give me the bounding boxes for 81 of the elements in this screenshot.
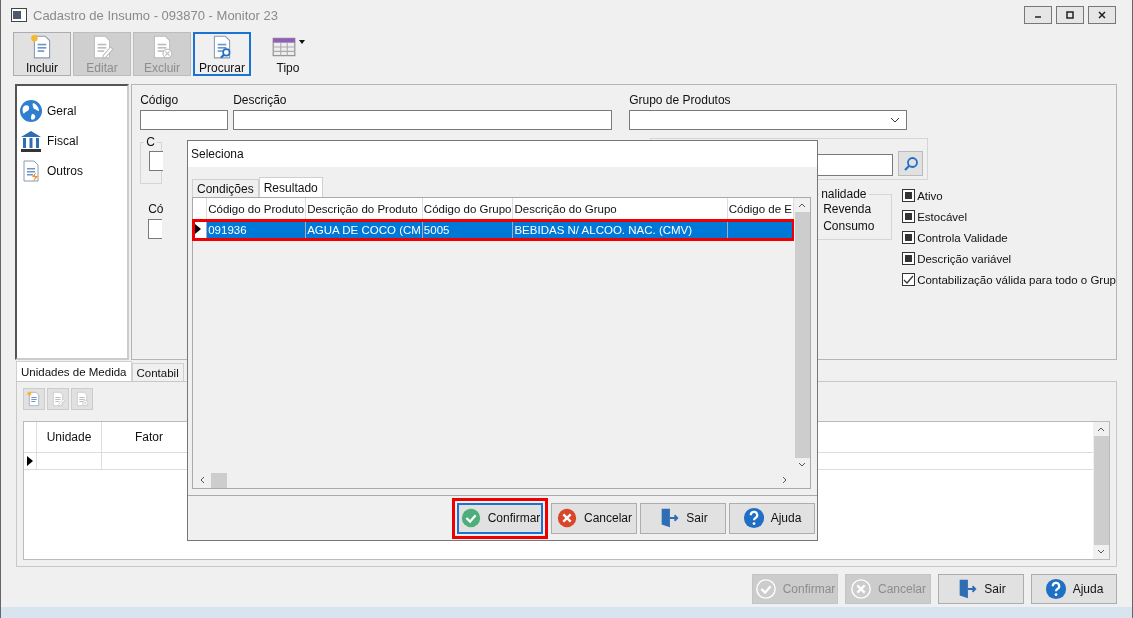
dialog-button[interactable]: Cancelar xyxy=(551,502,637,534)
cancel-icon xyxy=(850,578,872,600)
checkbox[interactable]: Estocável xyxy=(902,209,1116,224)
close-button[interactable] xyxy=(1088,6,1116,24)
document-pencil-icon xyxy=(50,391,66,407)
table-cell: BEBIDAS N/ ALCOO. NAC. (CMV) xyxy=(514,224,693,236)
toolbar-button[interactable]: Tipo xyxy=(259,32,317,76)
scroll-down-icon xyxy=(798,462,806,468)
scroll-left-icon xyxy=(199,476,205,484)
scroll-up-icon xyxy=(798,202,806,208)
scrollbar[interactable] xyxy=(794,198,810,488)
checkbox[interactable]: Ativo xyxy=(902,188,1116,203)
input-field[interactable] xyxy=(148,219,163,239)
current-row-icon xyxy=(27,456,33,466)
scroll-thumb[interactable] xyxy=(794,212,810,458)
scroll-thumb[interactable] xyxy=(211,472,227,488)
field-label: Código xyxy=(140,93,180,107)
scroll-down-icon xyxy=(1097,549,1105,555)
column-header[interactable]: Código de E xyxy=(727,198,794,220)
tab[interactable]: Resultado xyxy=(258,177,323,197)
search-button[interactable] xyxy=(898,151,924,176)
toolbar-button[interactable]: Procurar xyxy=(193,32,251,76)
sidebar-item[interactable]: Fiscal xyxy=(17,126,128,156)
radio-option-label[interactable]: Consumo xyxy=(823,218,875,235)
tab[interactable]: Condições xyxy=(192,179,259,197)
add-button[interactable] xyxy=(23,388,45,410)
dialog-button[interactable]: Sair xyxy=(640,502,726,534)
checkbox[interactable]: Descrição variável xyxy=(902,251,1116,266)
dropdown-field[interactable] xyxy=(629,110,908,130)
dialog-button[interactable]: Confirmar xyxy=(457,502,543,534)
column-header[interactable]: Código do Grupo xyxy=(422,198,513,220)
scroll-thumb[interactable] xyxy=(1093,436,1109,545)
check-icon xyxy=(459,507,482,529)
close-icon xyxy=(1097,10,1107,20)
toolbar-button[interactable]: Incluir xyxy=(13,32,71,76)
maximize-button[interactable] xyxy=(1056,6,1084,24)
table-cell: 5005 xyxy=(423,224,450,236)
help-icon xyxy=(742,507,765,529)
sidebar-item[interactable]: Outros xyxy=(17,156,128,186)
scroll-up-icon xyxy=(1097,426,1105,432)
group-box-label: nalidade xyxy=(819,187,869,201)
input-field[interactable] xyxy=(233,110,613,130)
scroll-right-icon xyxy=(782,476,788,484)
current-row-icon xyxy=(195,224,201,234)
globe-icon xyxy=(19,99,43,123)
dialog-title: Seleciona xyxy=(191,147,244,161)
footer-button[interactable]: Ajuda xyxy=(1031,574,1117,604)
column-header[interactable]: Código do Produto xyxy=(206,198,306,220)
new-document-icon xyxy=(26,391,42,407)
help-icon xyxy=(1044,578,1067,600)
field-label: Grupo de Produtos xyxy=(629,93,732,107)
chevron-icon xyxy=(890,117,901,123)
document-delete-icon xyxy=(74,391,90,407)
checkbox[interactable]: Controla Validade xyxy=(902,230,1116,245)
checkbox[interactable]: Contabilização válida para todo o Grup xyxy=(902,272,1116,287)
table-cell: AGUA DE COCO (CM xyxy=(307,224,421,236)
check-mark-icon xyxy=(903,274,915,285)
footer-button[interactable]: Sair xyxy=(938,574,1024,604)
cancel-icon xyxy=(556,507,578,529)
column-header[interactable]: Unidade xyxy=(37,422,102,452)
tab[interactable]: Unidades de Medida xyxy=(16,361,132,382)
input-field[interactable] xyxy=(140,110,229,130)
minimize-button[interactable] xyxy=(1024,6,1052,24)
table-row[interactable]: 091936 AGUA DE COCO (CM 5005 BEBIDAS N/ ALCOO. NAC. (CMV) xyxy=(193,219,794,240)
caret-icon xyxy=(299,39,305,44)
group-box-label: C xyxy=(144,135,157,149)
window-title: Cadastro de Insumo - 093870 - Monitor 23 xyxy=(33,7,278,23)
column-header[interactable]: Descrição do Produto xyxy=(305,198,423,220)
column-header[interactable]: Descrição do Grupo xyxy=(512,198,728,220)
window-icon xyxy=(11,8,27,22)
dialog-button[interactable]: Ajuda xyxy=(729,502,815,534)
table-cell: 091936 xyxy=(208,224,247,236)
maximize-icon xyxy=(1065,10,1075,20)
radio-option-label[interactable]: Revenda xyxy=(823,201,872,218)
bank-icon xyxy=(19,129,43,153)
search-icon xyxy=(902,155,919,172)
sidebar-item[interactable]: Geral xyxy=(17,96,128,126)
check-icon xyxy=(754,578,777,600)
input-field[interactable] xyxy=(149,151,164,171)
field-label: Descrição xyxy=(233,93,288,107)
field-label: Có xyxy=(148,202,163,216)
